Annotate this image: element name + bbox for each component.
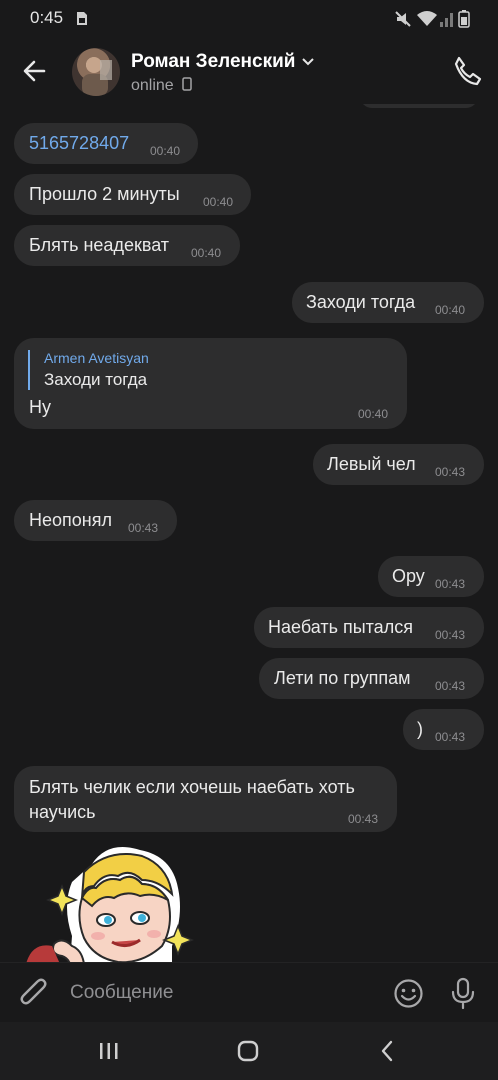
message-time: 00:40 <box>435 303 466 317</box>
contact-name-text: Роман Зеленский <box>131 51 296 72</box>
reply-text[interactable]: Заходи тогда <box>44 370 147 390</box>
contact-status: online <box>131 77 192 95</box>
message-text: Блять неадекват <box>29 235 170 255</box>
message-list[interactable]: 5165728407 00:40 Прошло 2 минуты 00:40 Б… <box>0 104 498 962</box>
message-time: 00:43 <box>435 628 466 642</box>
message-input[interactable]: Сообщение <box>70 982 173 1004</box>
message-outgoing[interactable]: Ору 00:43 <box>378 556 484 597</box>
contact-name[interactable]: Роман Зеленский <box>131 51 315 73</box>
message-text: Наебать пытался <box>268 617 413 637</box>
message-incoming[interactable]: Блять неадекват 00:40 <box>14 225 240 266</box>
microphone-icon[interactable] <box>449 977 477 1010</box>
message-text-line2: научись <box>29 802 96 822</box>
sticker[interactable] <box>22 846 198 962</box>
reply-bar <box>28 350 30 390</box>
wifi-icon <box>417 11 437 26</box>
partial-message <box>360 104 478 108</box>
sim-card-icon <box>77 12 87 25</box>
message-outgoing[interactable]: Наебать пытался 00:43 <box>254 607 484 648</box>
message-outgoing[interactable]: Заходи тогда 00:40 <box>292 282 484 323</box>
clock: 0:45 <box>30 8 64 27</box>
system-nav-bar <box>0 1022 498 1080</box>
message-text: Ору <box>392 566 425 586</box>
message-time: 00:43 <box>348 812 379 826</box>
chat-header: Роман Зеленский online <box>0 38 498 104</box>
online-status: online <box>131 77 174 94</box>
mobile-icon <box>182 77 192 91</box>
message-outgoing[interactable]: Лети по группам 00:43 <box>259 658 484 699</box>
message-time: 00:40 <box>191 246 222 260</box>
message-time: 00:43 <box>435 679 466 693</box>
smile-icon[interactable] <box>393 978 424 1009</box>
message-time: 00:40 <box>203 195 234 209</box>
message-incoming[interactable]: 5165728407 00:40 <box>14 123 198 164</box>
home-icon[interactable] <box>236 1039 260 1063</box>
reply-author[interactable]: Armen Avetisyan <box>44 350 149 366</box>
message-text: Левый чел <box>327 454 416 474</box>
message-time: 00:43 <box>435 730 466 744</box>
message-incoming[interactable]: Прошло 2 минуты 00:40 <box>14 174 251 215</box>
message-text: Заходи тогда <box>306 292 416 312</box>
avatar[interactable] <box>72 48 120 96</box>
phone-icon[interactable] <box>450 54 484 88</box>
chevron-down-icon <box>302 58 315 66</box>
message-text: Ну <box>29 397 51 417</box>
message-time: 00:43 <box>435 465 466 479</box>
message-text: Лети по группам <box>274 668 411 688</box>
message-outgoing[interactable]: Левый чел 00:43 <box>313 444 484 485</box>
message-text: Неопонял <box>29 510 112 530</box>
message-time: 00:43 <box>128 521 159 535</box>
message-text[interactable]: 5165728407 <box>29 133 129 154</box>
composer: Сообщение <box>0 962 498 1023</box>
message-incoming-reply[interactable]: Armen Avetisyan Заходи тогда Ну 00:40 <box>14 338 407 429</box>
avatar-image <box>82 57 112 96</box>
arrow-left-icon[interactable] <box>18 54 52 88</box>
status-bar: 0:45 <box>0 0 498 38</box>
recent-apps-icon[interactable] <box>98 1041 120 1061</box>
message-outgoing[interactable]: ) 00:43 <box>403 709 484 750</box>
message-time: 00:40 <box>358 407 389 421</box>
battery-icon <box>458 10 470 28</box>
message-time: 00:43 <box>435 577 466 591</box>
paperclip-icon[interactable] <box>20 977 50 1009</box>
message-text: Прошло 2 минуты <box>29 184 180 204</box>
message-time: 00:40 <box>150 144 181 158</box>
message-text: ) <box>417 719 423 739</box>
signal-icon <box>440 13 453 27</box>
message-incoming[interactable]: Неопонял 00:43 <box>14 500 177 541</box>
mute-icon <box>395 11 411 27</box>
message-incoming[interactable]: Блять челик если хочешь наебать хоть нау… <box>14 766 397 832</box>
nav-back-icon[interactable] <box>378 1039 396 1063</box>
message-text-line1: Блять челик если хочешь наебать хоть <box>29 777 355 797</box>
